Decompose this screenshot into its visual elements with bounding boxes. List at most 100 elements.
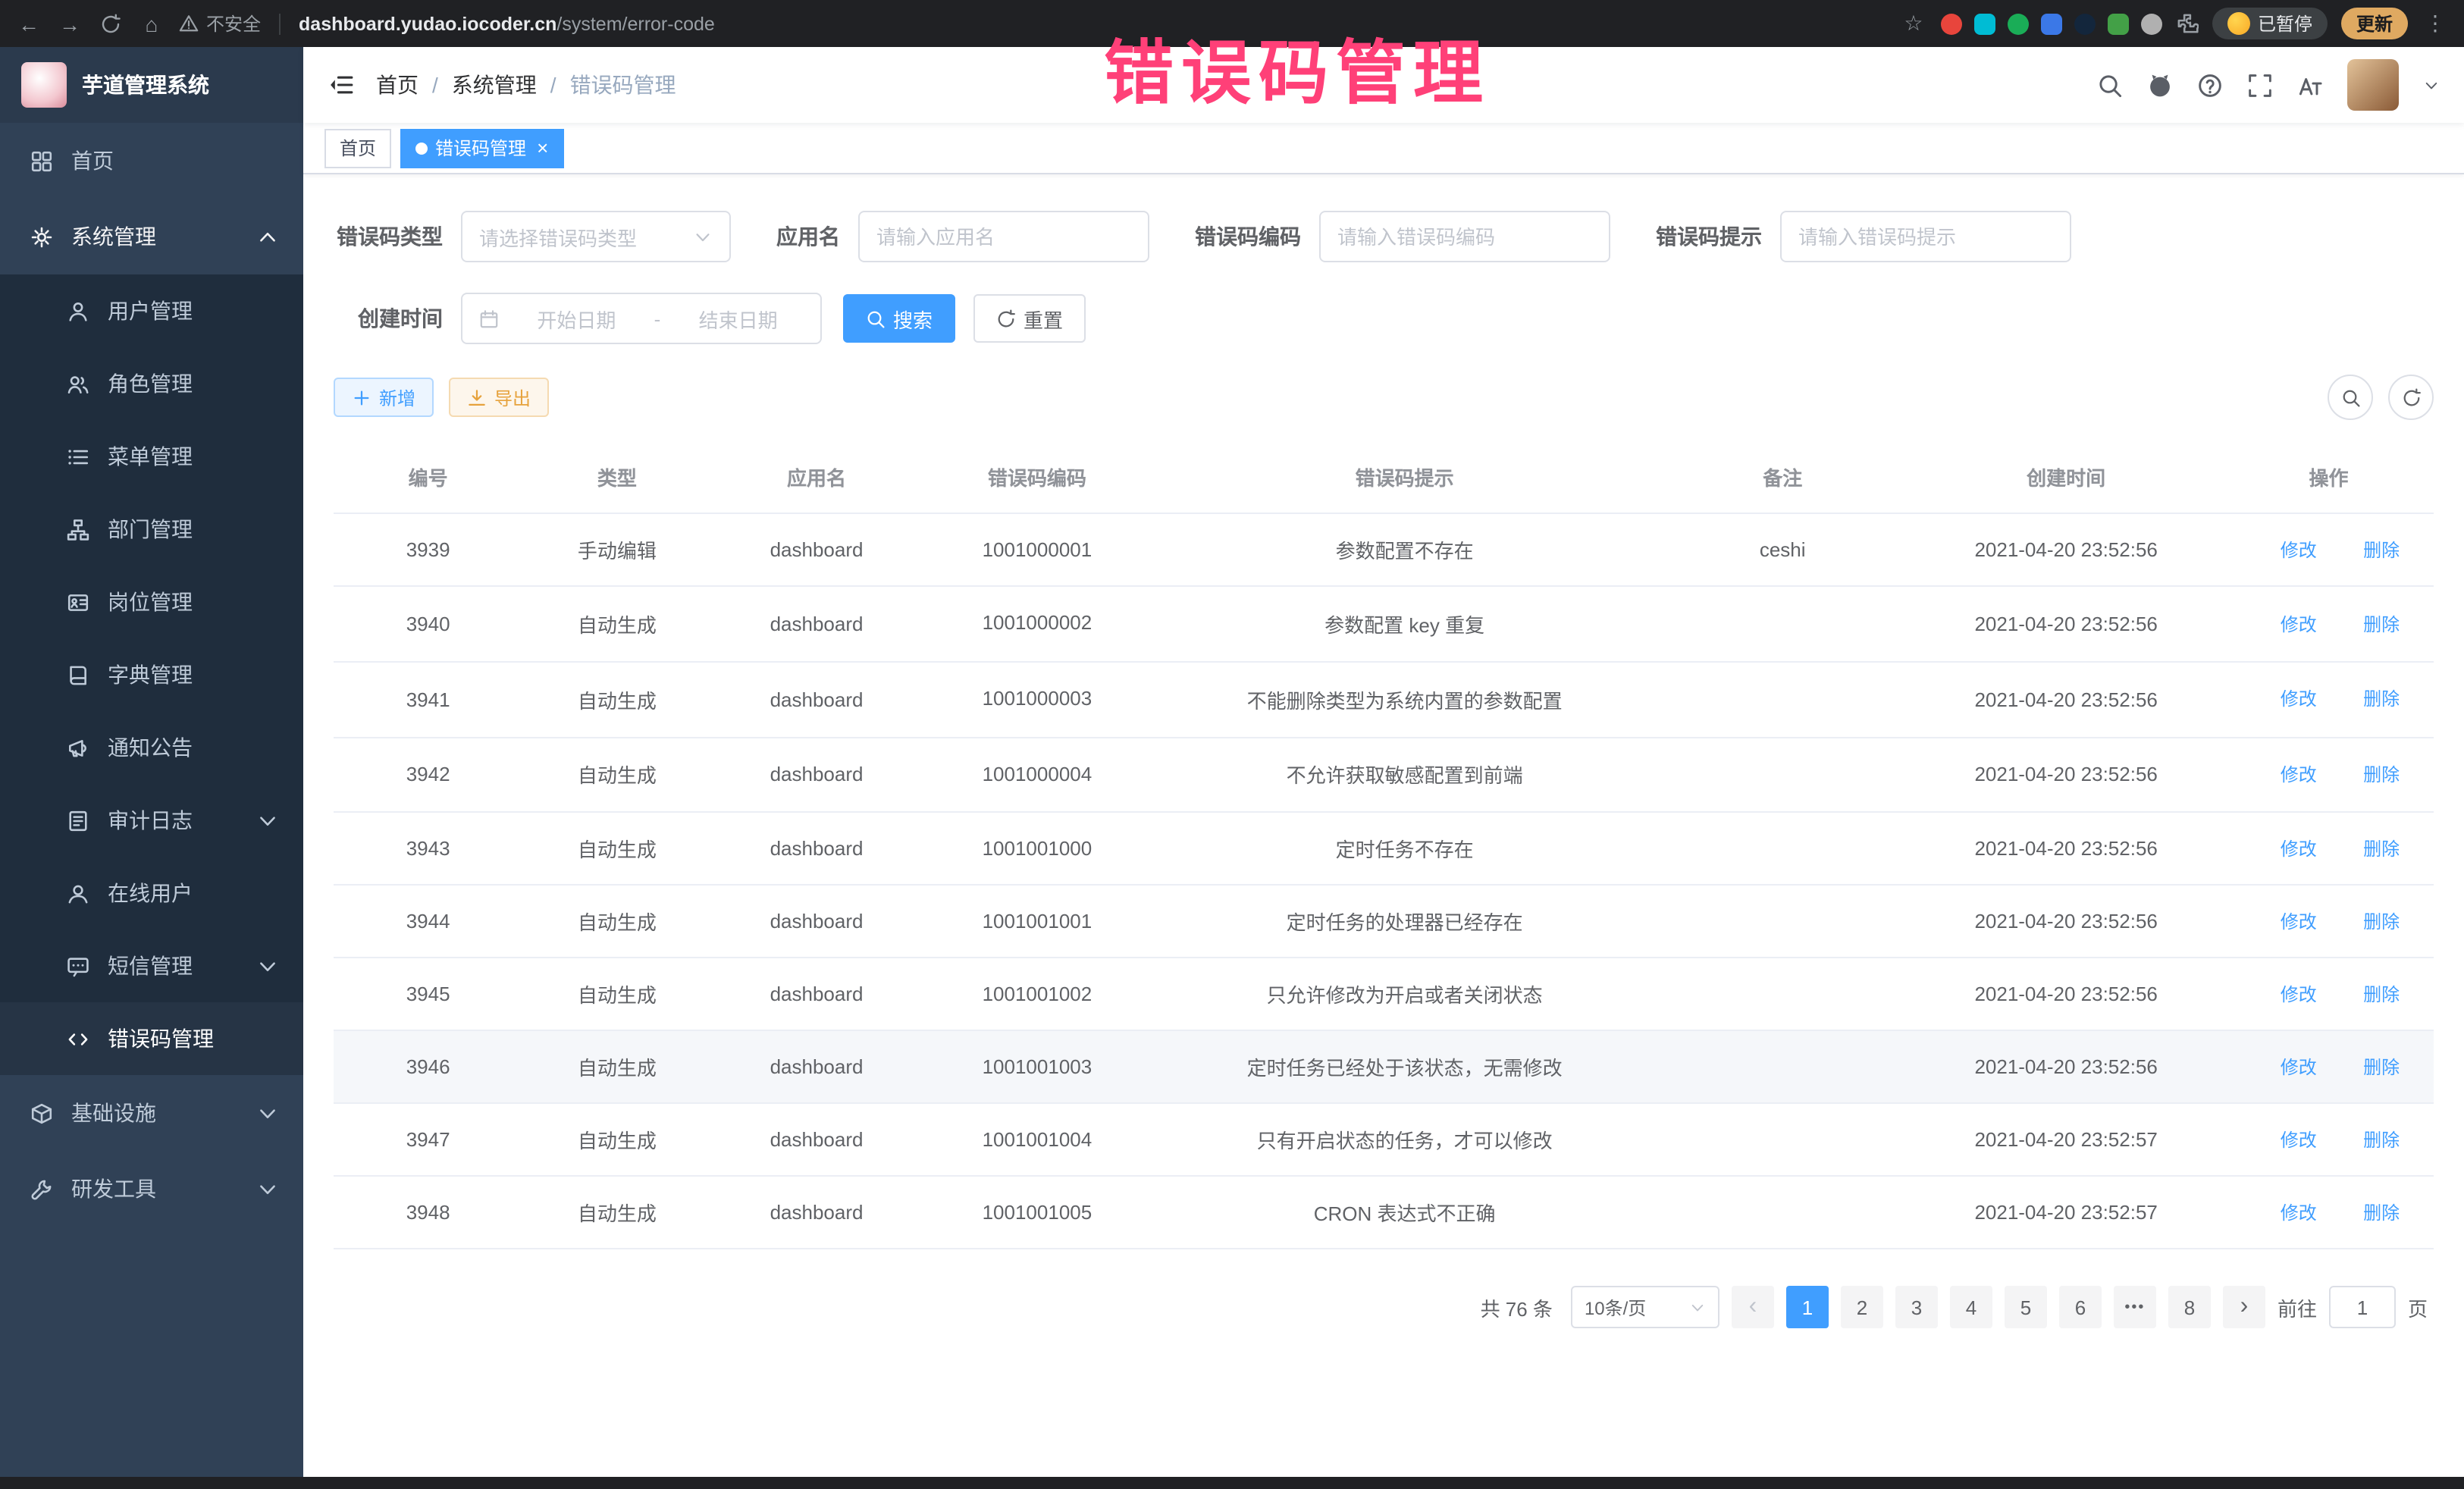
edit-link[interactable]: 修改 (2258, 835, 2317, 861)
delete-link[interactable]: 删除 (2340, 981, 2400, 1007)
fullscreen-icon[interactable] (2247, 72, 2273, 98)
page-button[interactable]: 4 (1950, 1287, 1992, 1329)
export-button[interactable]: 导出 (449, 378, 549, 417)
delete-link[interactable]: 删除 (2340, 835, 2400, 861)
edit-link[interactable]: 修改 (2258, 761, 2317, 787)
cell-id: 3940 (334, 586, 522, 662)
breadcrumb-current: 错误码管理 (570, 70, 676, 100)
sidebar-item-audit-log[interactable]: 审计日志 (0, 784, 303, 857)
sidebar-item-dev-tools[interactable]: 研发工具 (0, 1151, 303, 1227)
page-button[interactable]: 3 (1895, 1287, 1938, 1329)
cell-memo (1657, 737, 1908, 813)
delete-link[interactable]: 删除 (2340, 908, 2400, 934)
security-indicator[interactable]: 不安全 (179, 11, 261, 36)
sidebar-item-role[interactable]: 角色管理 (0, 347, 303, 420)
bookmark-star-icon[interactable]: ☆ (1900, 10, 1927, 37)
app-logo[interactable]: 芋道管理系统 (0, 47, 303, 123)
page-button[interactable]: 5 (2005, 1287, 2047, 1329)
edit-link[interactable]: 修改 (2258, 981, 2317, 1007)
delete-link[interactable]: 删除 (2340, 1054, 2400, 1080)
menu-kebab-icon[interactable]: ⋮ (2422, 10, 2449, 37)
extension-icon[interactable] (2141, 13, 2162, 34)
error-code-input[interactable] (1319, 211, 1610, 262)
page-button[interactable]: 2 (1841, 1287, 1883, 1329)
extension-icon[interactable] (2008, 13, 2029, 34)
sidebar-item-online-user[interactable]: 在线用户 (0, 857, 303, 929)
extension-icon[interactable] (1941, 13, 1962, 34)
breadcrumb-system[interactable]: 系统管理 (452, 70, 537, 100)
home-icon[interactable]: ⌂ (138, 10, 165, 37)
delete-link[interactable]: 删除 (2340, 610, 2400, 636)
sidebar-item-infra[interactable]: 基础设施 (0, 1075, 303, 1151)
date-range-picker[interactable]: 开始日期 - 结束日期 (461, 293, 822, 344)
show-search-button[interactable] (2328, 375, 2373, 420)
app-name-input[interactable] (858, 211, 1149, 262)
edit-link[interactable]: 修改 (2258, 908, 2317, 934)
close-icon[interactable]: × (537, 138, 548, 158)
extension-icon[interactable] (1974, 13, 1995, 34)
extension-icon[interactable] (2074, 13, 2096, 34)
help-icon[interactable] (2197, 72, 2223, 98)
cell-type: 自动生成 (522, 1031, 711, 1104)
extension-icon[interactable] (2108, 13, 2129, 34)
edit-link[interactable]: 修改 (2258, 1054, 2317, 1080)
sidebar-item-notice[interactable]: 通知公告 (0, 711, 303, 784)
extensions-puzzle-icon[interactable] (2176, 12, 2199, 35)
back-icon[interactable]: ← (15, 10, 42, 37)
delete-link[interactable]: 删除 (2340, 686, 2400, 712)
page-button[interactable]: 1 (1786, 1287, 1829, 1329)
edit-link[interactable]: 修改 (2258, 537, 2317, 563)
url-bar[interactable]: dashboard.yudao.iocoder.cn/system/error-… (299, 13, 715, 34)
page-button[interactable]: 6 (2059, 1287, 2102, 1329)
edit-link[interactable]: 修改 (2258, 686, 2317, 712)
sidebar-item-system[interactable]: 系统管理 (0, 199, 303, 274)
page-size-select[interactable]: 10条/页 (1571, 1287, 1719, 1329)
next-page-button[interactable]: › (2223, 1287, 2265, 1329)
cell-operations: 修改 删除 (2224, 513, 2434, 586)
sidebar-item-dept[interactable]: 部门管理 (0, 493, 303, 566)
github-icon[interactable] (2147, 72, 2173, 98)
cell-id: 3947 (334, 1104, 522, 1177)
extension-icon[interactable] (2041, 13, 2062, 34)
prev-page-button[interactable]: ‹ (1732, 1287, 1774, 1329)
table-row: 3943 自动生成 dashboard 1001001000 定时任务不存在 2… (334, 813, 2434, 886)
forward-icon[interactable]: → (56, 10, 83, 37)
font-size-icon[interactable] (2297, 72, 2323, 98)
tab-error-code[interactable]: 错误码管理 × (400, 128, 563, 168)
cell-app: dashboard (712, 513, 922, 586)
sidebar-item-sms[interactable]: 短信管理 (0, 929, 303, 1002)
sidebar-item-error-code[interactable]: 错误码管理 (0, 1002, 303, 1075)
sidebar-item-dict[interactable]: 字典管理 (0, 638, 303, 711)
sidebar-item-menu[interactable]: 菜单管理 (0, 420, 303, 493)
goto-page-input[interactable] (2329, 1287, 2396, 1329)
error-msg-input[interactable] (1780, 211, 2071, 262)
reload-icon[interactable] (97, 10, 124, 37)
sidebar-fold-icon[interactable] (328, 71, 355, 99)
paused-chip[interactable]: 已暂停 (2212, 8, 2328, 39)
edit-link[interactable]: 修改 (2258, 1127, 2317, 1152)
breadcrumb-home[interactable]: 首页 (376, 70, 419, 100)
sidebar-item-post[interactable]: 岗位管理 (0, 566, 303, 638)
search-icon[interactable] (2097, 72, 2123, 98)
user-avatar[interactable] (2347, 59, 2399, 111)
delete-link[interactable]: 删除 (2340, 1199, 2400, 1225)
error-type-select[interactable]: 请选择错误码类型 (461, 211, 731, 262)
tab-home[interactable]: 首页 (324, 128, 391, 168)
delete-link[interactable]: 删除 (2340, 1127, 2400, 1152)
chevron-down-icon[interactable] (2423, 77, 2440, 93)
sidebar-item-home[interactable]: 首页 (0, 123, 303, 199)
more-pages-button[interactable]: ••• (2114, 1287, 2156, 1329)
edit-link[interactable]: 修改 (2258, 1199, 2317, 1225)
sidebar-item-user[interactable]: 用户管理 (0, 274, 303, 347)
refresh-table-button[interactable] (2388, 375, 2434, 420)
reset-button[interactable]: 重置 (973, 294, 1086, 343)
delete-link[interactable]: 删除 (2340, 537, 2400, 563)
search-button[interactable]: 搜索 (843, 294, 955, 343)
edit-link[interactable]: 修改 (2258, 610, 2317, 636)
delete-link[interactable]: 删除 (2340, 761, 2400, 787)
cell-type: 自动生成 (522, 586, 711, 662)
update-button[interactable]: 更新 (2341, 8, 2408, 39)
page-button[interactable]: 8 (2168, 1287, 2211, 1329)
infra-icon (30, 1102, 53, 1124)
add-button[interactable]: 新增 (334, 378, 434, 417)
